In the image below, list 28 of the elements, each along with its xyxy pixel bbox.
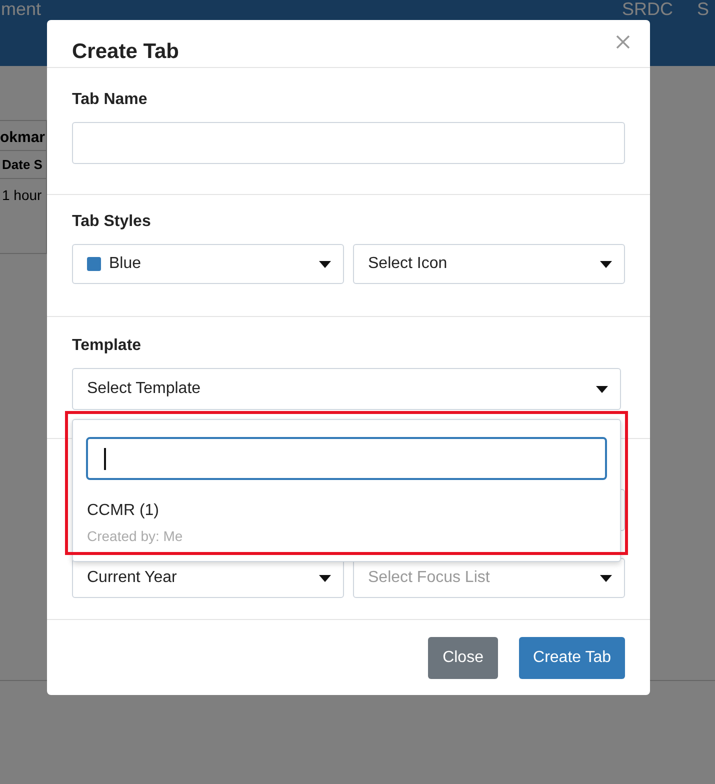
nav-item[interactable]: S bbox=[697, 0, 710, 20]
close-button[interactable]: Close bbox=[428, 637, 498, 679]
caret-icon bbox=[600, 260, 612, 268]
dropdown-select[interactable]: Current Year bbox=[72, 558, 344, 598]
text-cursor-icon bbox=[104, 448, 106, 470]
nav-item[interactable]: SRDC bbox=[622, 0, 674, 20]
dropdown-select[interactable]: Blue bbox=[72, 244, 344, 284]
input-field[interactable] bbox=[72, 122, 625, 164]
field-label: Tab Name bbox=[72, 91, 148, 109]
nav-item[interactable]: ment bbox=[1, 0, 42, 20]
caret-icon bbox=[319, 260, 331, 268]
column-header: Date S bbox=[2, 157, 42, 172]
dropdown-select[interactable]: Select Icon bbox=[353, 244, 625, 284]
create-button[interactable]: Create Tab bbox=[519, 637, 625, 679]
caret-icon bbox=[596, 386, 608, 392]
caret-icon bbox=[319, 574, 331, 582]
option-meta: Created by: Me bbox=[87, 528, 184, 544]
panel-heading: okmar bbox=[0, 129, 46, 146]
dialog-title: Create Tab bbox=[72, 40, 179, 64]
caret-icon bbox=[600, 574, 612, 582]
field-label: Tab Styles bbox=[72, 213, 152, 231]
table-cell: 1 hour bbox=[2, 187, 42, 203]
dropdown-select[interactable]: Select Template bbox=[72, 368, 621, 410]
dropdown-select[interactable]: Select Focus List bbox=[353, 558, 625, 598]
field-label: Template bbox=[72, 337, 142, 355]
search-field[interactable] bbox=[86, 437, 607, 480]
option-label[interactable]: CCMR (1) bbox=[87, 502, 159, 519]
close-icon[interactable] bbox=[616, 34, 630, 48]
